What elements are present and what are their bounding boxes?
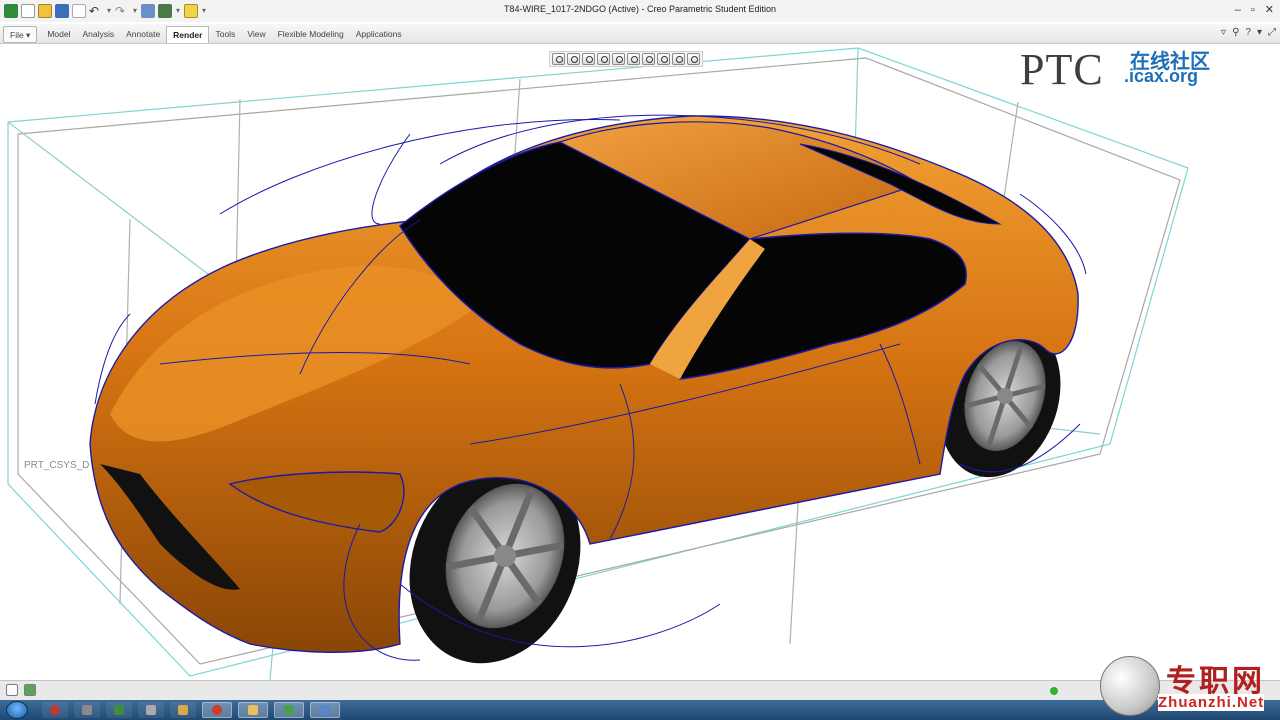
search-icon[interactable]: ⚲ [1232,27,1239,38]
help-icon[interactable]: ? [1245,27,1251,38]
ribbon-tabs: File ▾ Model Analysis Annotate Render Tools Vi… [3,26,408,43]
minimize-button[interactable]: – [1235,3,1241,17]
tab-annotate[interactable]: Annotate [120,26,166,43]
saved-orientations-icon[interactable] [627,53,640,65]
ptc-watermark-url: .icax.org [1124,66,1199,86]
help-dropdown-icon[interactable]: ▾ [1257,27,1262,38]
datum-display-icon[interactable] [657,53,670,65]
tab-applications[interactable]: Applications [350,26,408,43]
model-canvas [7,47,1189,680]
model-tree-toggle-icon[interactable] [6,684,18,696]
taskbar-app-window[interactable] [310,702,340,718]
ribbon-minimize-icon[interactable]: ▿ [1221,27,1226,38]
tab-file[interactable]: File ▾ [3,26,38,43]
fullscreen-icon[interactable]: ⤢ [1268,27,1276,38]
window-title: T84-WIRE_1017-2NDGO (Active) - Creo Para… [503,4,777,14]
status-bar [0,680,1280,700]
status-left-tools [6,684,36,696]
view-manager-icon[interactable] [642,53,655,65]
taskbar-app-folder[interactable] [238,702,268,718]
start-button[interactable] [6,701,28,719]
tab-tools[interactable]: Tools [209,26,241,43]
ptc-watermark: PTC 在线社区 .icax.org [1020,44,1220,94]
zoom-in-icon[interactable] [567,53,580,65]
graphics-viewport[interactable]: PTC 在线社区 .icax.org PRT_CSYS_D [0,44,1280,680]
tab-analysis[interactable]: Analysis [76,26,120,43]
taskbar-app-files[interactable] [138,702,164,718]
close-button[interactable]: ✕ [1265,3,1274,17]
tab-view[interactable]: View [241,26,271,43]
annotation-display-icon[interactable] [672,53,685,65]
title-bar: ↶ ▾ ↷ ▾ ▾ ▾ T84-WIRE_1017-2NDGO (Active)… [0,0,1280,22]
zhuanzhi-url: Zhuanzhi.Net [1158,694,1265,711]
regen-status-icon [1050,687,1058,695]
ribbon-tab-bar: File ▾ Model Analysis Annotate Render Tools Vi… [0,24,1280,44]
taskbar-app-media[interactable] [42,702,68,718]
tab-render[interactable]: Render [166,26,210,43]
ribbon-right-tools: ▿ ⚲ ? ▾ ⤢ [1221,27,1276,38]
browser-toggle-icon[interactable] [24,684,36,696]
zoom-out-icon[interactable] [582,53,595,65]
zhuanzhi-logo-ball [1100,656,1160,716]
tab-model[interactable]: Model [41,26,76,43]
tab-flexible-modeling[interactable]: Flexible Modeling [272,26,350,43]
zhuanzhi-watermark: 专职网 Zhuanzhi.Net [1100,654,1276,720]
window-controls: – ▫ ✕ [1235,3,1274,17]
taskbar-app-explorer[interactable] [170,702,196,718]
ptc-logo-text: PTC [1020,45,1104,94]
spin-center-icon[interactable] [687,53,700,65]
taskbar: 1:24 PM [0,700,1280,720]
taskbar-apps [42,702,340,718]
taskbar-app-creo-active[interactable] [274,702,304,718]
csys-label: PRT_CSYS_D [24,460,90,471]
taskbar-app-chrome[interactable] [202,702,232,718]
taskbar-app-tools[interactable] [74,702,100,718]
taskbar-app-creo[interactable] [106,702,132,718]
maximize-button[interactable]: ▫ [1251,3,1255,17]
refit-icon[interactable] [552,53,565,65]
display-style-icon[interactable] [612,53,625,65]
repaint-icon[interactable] [597,53,610,65]
in-graphics-toolbar [549,51,703,67]
